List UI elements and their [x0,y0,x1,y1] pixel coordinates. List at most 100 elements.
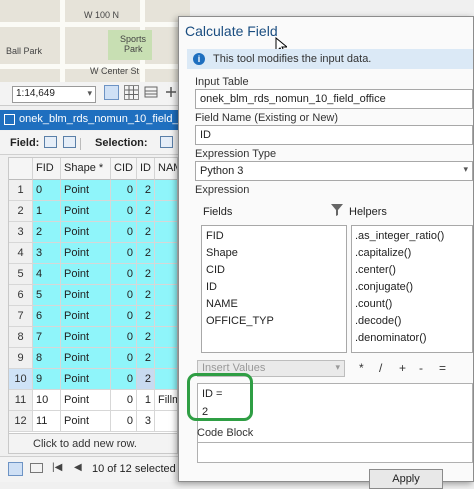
table-cell[interactable] [155,222,177,243]
table-cell[interactable]: 0 [33,180,61,201]
row-number[interactable]: 8 [9,327,33,348]
table-cell[interactable]: Point [61,390,111,411]
column-header[interactable]: ID [137,158,155,180]
table-cell[interactable]: 2 [137,201,155,222]
helper-list-item[interactable]: .capitalize() [355,247,411,259]
add-icon[interactable] [164,85,179,100]
table-cell[interactable]: 2 [137,306,155,327]
apply-button[interactable]: Apply [369,469,443,489]
table-cell[interactable]: Point [61,369,111,390]
table-cell[interactable]: 8 [33,348,61,369]
table-cell[interactable]: Point [61,306,111,327]
table-view-icon[interactable] [8,462,23,476]
previous-record-icon[interactable]: ◀ [74,462,82,473]
table-cell[interactable]: 0 [111,222,137,243]
table-cell[interactable] [155,264,177,285]
code-block-editor[interactable] [197,443,473,463]
table-cell[interactable]: 1 [137,390,155,411]
table-cell[interactable]: 0 [111,264,137,285]
table-cell[interactable]: 2 [33,222,61,243]
operator-equals-button[interactable]: = [439,361,446,375]
column-header[interactable]: Shape * [61,158,111,180]
row-number[interactable]: 3 [9,222,33,243]
grid-icon[interactable] [124,85,139,100]
table-cell[interactable]: 2 [137,348,155,369]
table-cell[interactable]: 2 [137,285,155,306]
table-cell[interactable]: 9 [33,369,61,390]
add-field-icon[interactable] [44,136,57,148]
table-cell[interactable]: 2 [137,180,155,201]
operator-minus-button[interactable]: - [419,361,423,375]
selected-view-icon[interactable] [30,463,43,473]
scale-select[interactable]: 1:14,649 ▾ [12,86,96,103]
field-list-item[interactable]: OFFICE_TYP [206,315,274,327]
table-cell[interactable] [155,411,177,432]
field-list-item[interactable]: CID [206,264,225,276]
row-header-corner[interactable] [9,158,33,180]
table-cell[interactable]: 4 [33,264,61,285]
table-cell[interactable] [155,243,177,264]
table-cell[interactable]: 0 [111,180,137,201]
first-record-icon[interactable]: |◀ [52,462,62,473]
fields-list[interactable]: FID Shape CID ID NAME OFFICE_TYP [201,225,347,353]
row-number[interactable]: 6 [9,285,33,306]
column-header[interactable]: NAM [155,158,177,180]
helper-list-item[interactable]: .count() [355,298,392,310]
table-cell[interactable] [155,369,177,390]
table-cell[interactable]: 3 [33,243,61,264]
row-number[interactable]: 2 [9,201,33,222]
table-cell[interactable]: Point [61,285,111,306]
table-cell[interactable]: 0 [111,369,137,390]
column-header[interactable]: FID [33,158,61,180]
table-cell[interactable]: Point [61,411,111,432]
table-cell[interactable]: Fillmo [155,390,177,411]
table-cell[interactable]: 1 [33,201,61,222]
table-cell[interactable]: 5 [33,285,61,306]
table-cell[interactable]: Point [61,243,111,264]
row-number[interactable]: 7 [9,306,33,327]
field-list-item[interactable]: Shape [206,247,238,259]
table-cell[interactable]: 0 [111,327,137,348]
table-cell[interactable] [155,285,177,306]
table-cell[interactable]: 0 [111,285,137,306]
row-number[interactable]: 11 [9,390,33,411]
attribute-table-tab[interactable]: onek_blm_rds_nomun_10_field_o [0,110,190,130]
row-number[interactable]: 10 [9,369,33,390]
table-cell[interactable]: Point [61,264,111,285]
table-cell[interactable]: 2 [137,369,155,390]
table-cell[interactable]: 2 [137,264,155,285]
field-list-item[interactable]: NAME [206,298,238,310]
helper-list-item[interactable]: .conjugate() [355,281,413,293]
row-number[interactable]: 1 [9,180,33,201]
add-row[interactable]: Click to add new row. [8,434,178,454]
table-cell[interactable]: 0 [111,201,137,222]
operator-multiply-button[interactable]: * [359,361,364,375]
table-cell[interactable]: 0 [111,306,137,327]
table-cell[interactable]: 3 [137,411,155,432]
input-table-field[interactable]: onek_blm_rds_nomun_10_field_office [195,89,473,109]
select-tool-icon[interactable] [104,85,119,100]
attribute-table-grid[interactable]: FIDShape *CIDIDNAM10Point0221Point0232Po… [8,157,178,434]
table-cell[interactable]: 7 [33,327,61,348]
table-icon[interactable] [144,85,159,100]
table-cell[interactable]: 2 [137,222,155,243]
filter-icon[interactable] [330,203,344,220]
field-list-item[interactable]: ID [206,281,217,293]
row-number[interactable]: 5 [9,264,33,285]
table-cell[interactable]: 10 [33,390,61,411]
table-cell[interactable]: 0 [111,390,137,411]
table-cell[interactable]: 6 [33,306,61,327]
operator-divide-button[interactable]: / [379,361,382,375]
field-name-select[interactable]: ID [195,125,473,145]
calculate-field-icon[interactable] [63,136,76,148]
select-by-attribute-icon[interactable] [160,136,173,148]
map-view[interactable]: W 100 N Ball Park Sports Park W Center S… [0,0,190,82]
helper-list-item[interactable]: .decode() [355,315,401,327]
table-cell[interactable]: Point [61,222,111,243]
table-cell[interactable]: 11 [33,411,61,432]
table-cell[interactable]: Point [61,327,111,348]
table-cell[interactable]: Point [61,201,111,222]
table-cell[interactable]: 0 [111,411,137,432]
table-cell[interactable]: 2 [137,327,155,348]
row-number[interactable]: 9 [9,348,33,369]
